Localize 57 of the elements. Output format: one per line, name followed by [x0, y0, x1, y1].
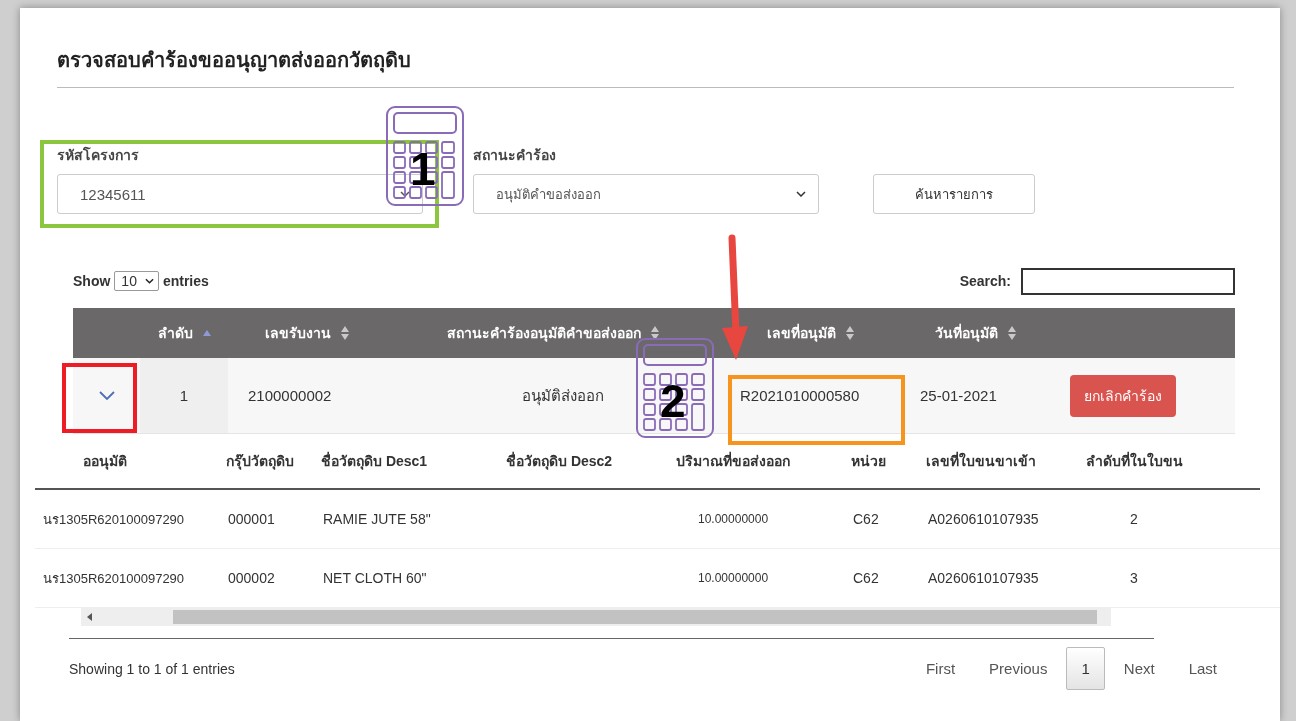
column-header: ชื่อวัตถุดิบ Desc1: [321, 453, 428, 469]
column-header[interactable]: วันที่อนุมัติ: [934, 322, 998, 344]
table-cell: 2100000002: [248, 387, 332, 404]
table-cell: A0260610107935: [928, 511, 1039, 527]
sort-icon[interactable]: [650, 326, 659, 340]
horizontal-scrollbar[interactable]: [81, 608, 1111, 626]
table-cell: A0260610107935: [928, 570, 1039, 586]
pagination-button[interactable]: Previous: [974, 647, 1063, 690]
column-header[interactable]: เลขที่อนุมัติ: [766, 322, 836, 344]
field-label: รหัสโครงการ: [57, 145, 140, 165]
sort-icon[interactable]: [340, 326, 349, 340]
search-button[interactable]: ค้นหารายการ: [873, 174, 1035, 214]
pagination-button[interactable]: Last: [1173, 647, 1232, 690]
table-cell: R2021010000580: [740, 387, 860, 404]
table-cell: 3: [1130, 570, 1138, 586]
column-header[interactable]: ลำดับ: [157, 322, 193, 344]
page-length-select[interactable]: 10: [114, 271, 159, 291]
search-label: Search:: [959, 273, 1011, 289]
entries-info: Showing 1 to 1 of 1 entries: [69, 660, 235, 677]
sort-icon[interactable]: [1007, 326, 1016, 340]
pagination-button[interactable]: 1: [1066, 647, 1105, 690]
table-cell: 2: [1130, 511, 1138, 527]
table-cell: RAMIE JUTE 58": [323, 511, 431, 527]
table-cell: 000001: [228, 511, 275, 527]
column-header: กรุ๊ปวัตถุดิบ: [226, 453, 294, 469]
table-cell: นร1305R620100097290: [43, 570, 185, 586]
table-cell: 10.00000000: [698, 512, 769, 526]
column-header: เลขที่ใบขนขาเข้า: [926, 453, 1036, 469]
column-header: ลำดับที่ในใบขน: [1086, 453, 1183, 469]
column-header: หน่วย: [851, 453, 886, 469]
page-title: ตรวจสอบคำร้องขออนุญาตส่งออกวัตถุดิบ: [57, 48, 412, 72]
scrollbar-thumb[interactable]: [173, 610, 1097, 624]
field-label: สถานะคำร้อง: [473, 146, 557, 165]
search-field[interactable]: [1021, 267, 1235, 295]
show-label: Show: [73, 273, 111, 289]
table-cell: 25-01-2021: [920, 387, 997, 404]
entries-label: entries: [162, 273, 209, 289]
column-header: ปริมาณที่ขอส่งออก: [676, 453, 790, 469]
status-select[interactable]: อนุมัติคำขอส่งออก: [473, 174, 819, 214]
table-cell-text: อนุมัติส่งออก: [521, 385, 604, 408]
scroll-left-icon[interactable]: [87, 613, 93, 621]
table-cell: นร1305R620100097290: [43, 511, 185, 527]
sort-icon[interactable]: [845, 326, 854, 340]
table-cell: 10.00000000: [698, 571, 769, 585]
sort-ascending-icon[interactable]: [202, 330, 211, 336]
column-header[interactable]: เลขรับงาน: [264, 322, 331, 344]
table-cell: 000002: [228, 570, 275, 586]
column-header: ออนุมัติ: [83, 453, 127, 469]
table-cell: C62: [853, 570, 879, 586]
column-header: ชื่อวัตถุดิบ Desc2: [506, 453, 613, 469]
pagination-button[interactable]: First: [910, 647, 971, 690]
column-header[interactable]: สถานะคำร้องอนุมัติคำขอส่งออก: [446, 322, 641, 344]
pagination-button[interactable]: Next: [1108, 647, 1170, 690]
table-cell: NET CLOTH 60": [323, 570, 427, 586]
table-cell: C62: [853, 511, 879, 527]
cancel-request-button[interactable]: ยกเลิกคำร้อง: [1070, 374, 1176, 417]
table-cell: 1: [179, 387, 189, 404]
